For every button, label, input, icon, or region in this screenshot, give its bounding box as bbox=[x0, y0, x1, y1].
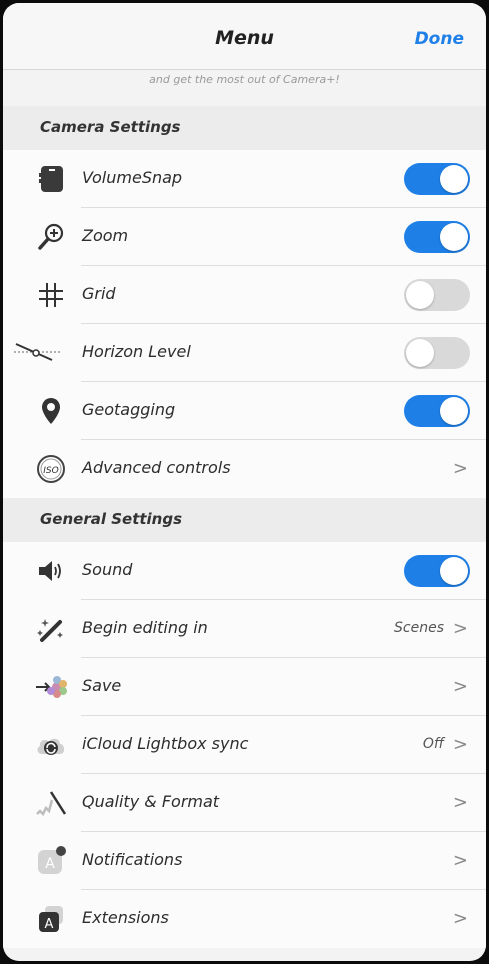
icloud-sync-icon bbox=[33, 730, 69, 760]
settings-row-sound[interactable]: Sound bbox=[3, 542, 486, 600]
chevron-right-icon: > bbox=[452, 458, 468, 479]
zoom-toggle[interactable] bbox=[404, 221, 470, 253]
geotagging-toggle[interactable] bbox=[404, 395, 470, 427]
notifications-icon: A bbox=[33, 846, 69, 876]
volume-snap-icon bbox=[33, 164, 69, 194]
iso-icon: ISO bbox=[33, 454, 69, 484]
section-title: Camera Settings bbox=[40, 118, 181, 136]
svg-text:ISO: ISO bbox=[43, 466, 58, 476]
chevron-right-icon: > bbox=[452, 792, 468, 813]
toggle-knob bbox=[440, 557, 468, 585]
magic-wand-icon bbox=[33, 614, 69, 644]
done-button[interactable]: Done bbox=[415, 29, 464, 49]
toggle-knob bbox=[440, 165, 468, 193]
zoom-icon bbox=[33, 222, 69, 252]
extensions-icon: A bbox=[33, 904, 69, 934]
settings-row-geotagging[interactable]: Geotagging bbox=[3, 382, 486, 440]
settings-row-icloud-sync[interactable]: iCloud Lightbox sync Off > bbox=[3, 716, 486, 774]
section-title: General Settings bbox=[40, 510, 183, 528]
page-title: Menu bbox=[215, 27, 274, 49]
row-label: Begin editing in bbox=[82, 618, 208, 637]
chevron-right-icon: > bbox=[452, 618, 468, 639]
settings-sheet: Menu Done and get the most out of Camera… bbox=[3, 3, 486, 961]
settings-row-volumesnap[interactable]: VolumeSnap bbox=[3, 150, 486, 208]
sound-toggle[interactable] bbox=[404, 555, 470, 587]
toggle-knob bbox=[440, 397, 468, 425]
settings-row-extensions[interactable]: A Extensions > bbox=[3, 890, 486, 948]
row-label: Zoom bbox=[82, 226, 129, 245]
horizon-level-icon bbox=[9, 338, 65, 368]
chevron-right-icon: > bbox=[452, 908, 468, 929]
navigation-bar: Menu Done bbox=[3, 3, 486, 70]
row-label: Horizon Level bbox=[82, 342, 191, 361]
row-label: Save bbox=[82, 676, 122, 695]
chevron-right-icon: > bbox=[452, 734, 468, 755]
row-label: Notifications bbox=[82, 850, 183, 869]
chevron-right-icon: > bbox=[452, 850, 468, 871]
row-value: Scenes bbox=[394, 620, 444, 636]
settings-row-notifications[interactable]: A Notifications > bbox=[3, 832, 486, 890]
location-pin-icon bbox=[33, 396, 69, 426]
settings-row-grid[interactable]: Grid bbox=[3, 266, 486, 324]
row-label: iCloud Lightbox sync bbox=[82, 734, 249, 753]
chevron-right-icon: > bbox=[452, 676, 468, 697]
save-icon bbox=[33, 672, 69, 702]
settings-row-save[interactable]: Save > bbox=[3, 658, 486, 716]
row-label: Extensions bbox=[82, 908, 169, 927]
speaker-icon bbox=[33, 556, 69, 586]
toggle-knob bbox=[440, 223, 468, 251]
svg-text:A: A bbox=[45, 917, 54, 932]
grid-icon bbox=[33, 280, 69, 310]
toggle-knob bbox=[406, 281, 434, 309]
row-value: Off bbox=[422, 736, 444, 752]
section-header-camera: Camera Settings bbox=[3, 106, 486, 150]
section-header-general: General Settings bbox=[3, 498, 486, 542]
row-label: Geotagging bbox=[82, 400, 176, 419]
volumesnap-toggle[interactable] bbox=[404, 163, 470, 195]
settings-row-begin-editing[interactable]: Begin editing in Scenes > bbox=[3, 600, 486, 658]
toggle-knob bbox=[406, 339, 434, 367]
settings-row-horizon-level[interactable]: Horizon Level bbox=[3, 324, 486, 382]
svg-text:A: A bbox=[45, 856, 55, 872]
row-label: Advanced controls bbox=[82, 458, 231, 477]
row-label: VolumeSnap bbox=[82, 168, 183, 187]
horizon-level-toggle[interactable] bbox=[404, 337, 470, 369]
settings-row-zoom[interactable]: Zoom bbox=[3, 208, 486, 266]
settings-row-advanced-controls[interactable]: ISO Advanced controls > bbox=[3, 440, 486, 498]
quality-icon bbox=[33, 788, 69, 818]
row-label: Grid bbox=[82, 284, 116, 303]
promo-subtext: and get the most out of Camera+! bbox=[149, 73, 340, 86]
settings-row-quality-format[interactable]: Quality & Format > bbox=[3, 774, 486, 832]
grid-toggle[interactable] bbox=[404, 279, 470, 311]
row-label: Quality & Format bbox=[82, 792, 220, 811]
row-label: Sound bbox=[82, 560, 133, 579]
